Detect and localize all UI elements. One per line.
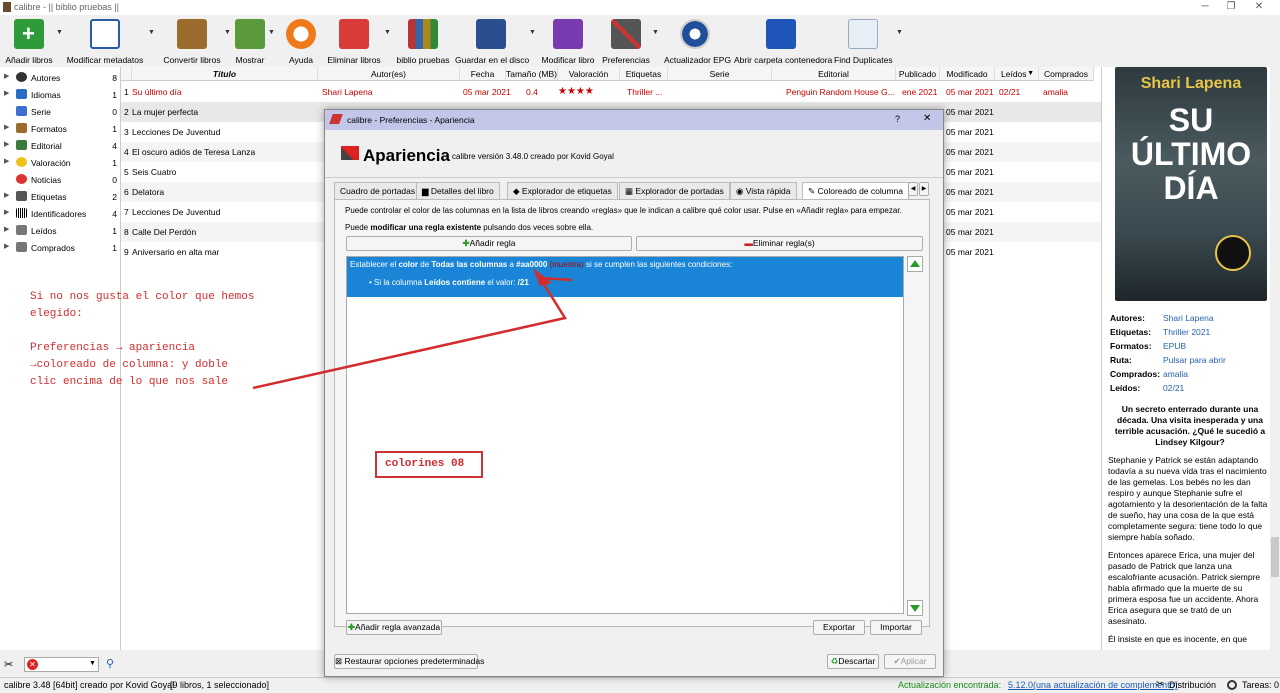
annotation-arrows: [252, 268, 573, 390]
